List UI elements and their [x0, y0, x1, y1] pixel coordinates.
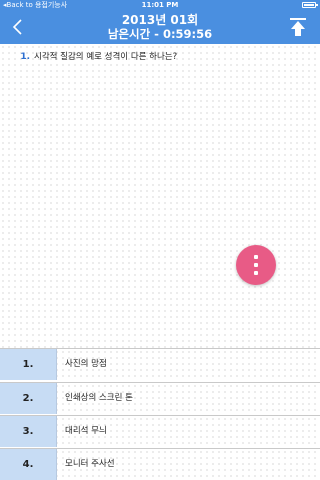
question-number: 1. — [20, 52, 30, 62]
remaining-time: 남은시간 - 0:59:56 — [107, 27, 213, 41]
nav-bar: 2013년 01회 남은시간 - 0:59:56 — [0, 10, 320, 44]
answer-number: 3. — [0, 416, 57, 447]
answer-list: 1. 사진의 망점 2. 인쇄상의 스크린 톤 3. 대리석 무늬 4. 모니터… — [0, 348, 320, 480]
answer-option-4[interactable]: 4. 모니터 주사선 — [0, 448, 320, 480]
status-bar: ◂Back to 용접기능사 11:01 PM — [0, 0, 320, 10]
arrow-up-to-top-icon — [290, 18, 306, 36]
chevron-left-icon — [12, 19, 22, 35]
more-options-button[interactable] — [236, 245, 276, 285]
back-button[interactable] — [8, 10, 36, 44]
status-time: 11:01 PM — [141, 1, 179, 9]
question-text: 시각적 질감의 예로 성격이 다른 하나는? — [34, 52, 178, 62]
more-vertical-icon-dot — [254, 271, 258, 275]
more-vertical-icon-dot — [254, 263, 258, 267]
answer-text: 사진의 망점 — [65, 359, 107, 369]
battery-icon — [302, 2, 318, 8]
more-vertical-icon — [254, 255, 258, 259]
exam-title: 2013년 01회 — [121, 13, 199, 27]
answer-option-3[interactable]: 3. 대리석 무늬 — [0, 415, 320, 447]
scroll-top-button[interactable] — [284, 10, 312, 44]
answer-text: 인쇄상의 스크린 톤 — [65, 393, 133, 403]
answer-number: 4. — [0, 449, 57, 480]
answer-text: 모니터 주사선 — [65, 459, 115, 469]
answer-number: 1. — [0, 349, 57, 380]
answer-text: 대리석 무늬 — [65, 426, 107, 436]
answer-option-2[interactable]: 2. 인쇄상의 스크린 톤 — [0, 382, 320, 414]
answer-number: 2. — [0, 383, 57, 414]
answer-option-1[interactable]: 1. 사진의 망점 — [0, 348, 320, 380]
question-area: 1. 시각적 질감의 예로 성격이 다른 하나는? — [0, 44, 320, 348]
